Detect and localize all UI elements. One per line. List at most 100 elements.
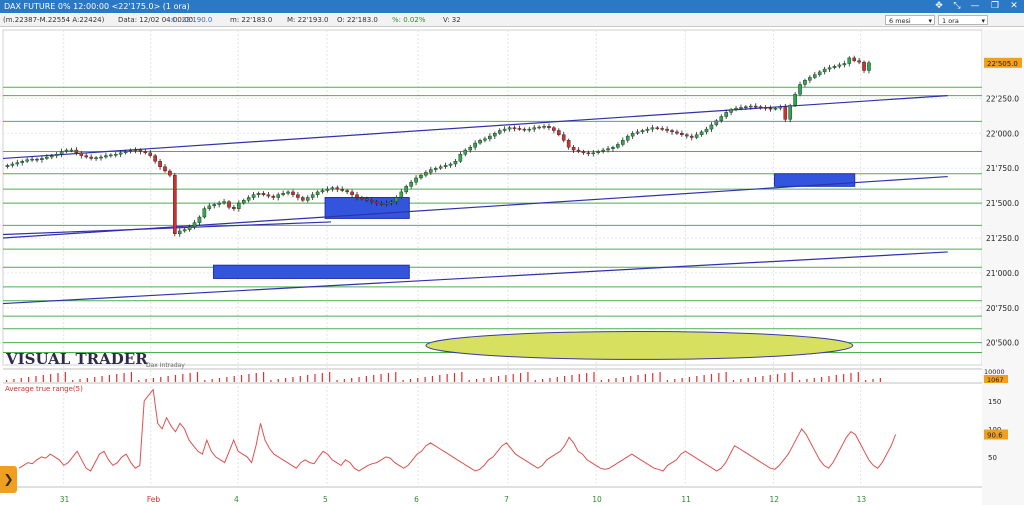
candle [497, 130, 502, 134]
candle [414, 177, 418, 183]
candle [561, 134, 566, 141]
expand-panel-arrow-icon[interactable]: ❯ [0, 466, 17, 493]
volume-bar [321, 373, 323, 382]
candle [778, 106, 783, 109]
candle [251, 194, 256, 198]
close-icon[interactable]: ✕ [1005, 0, 1023, 13]
window-title: DAX FUTURE 0% 12:00:00 <22'175.0> (1 ora… [4, 2, 190, 11]
candle [803, 80, 807, 85]
volume-bar [167, 376, 169, 382]
candle [694, 134, 699, 138]
candle [650, 127, 655, 130]
candle [113, 154, 118, 156]
period-select[interactable]: 6 mesi ▾ [885, 15, 935, 25]
candle [842, 63, 847, 66]
candle [517, 128, 522, 130]
candle [493, 133, 497, 137]
volume-bar [79, 379, 81, 382]
candle [867, 62, 871, 71]
candle [744, 106, 748, 108]
volume-bar [182, 374, 184, 382]
candle [94, 157, 98, 159]
candle [241, 200, 246, 204]
candle [232, 207, 236, 209]
volume-bar [696, 376, 698, 382]
candle [64, 149, 69, 152]
volume-bar [285, 378, 287, 382]
candle [429, 169, 433, 173]
volume-bar [101, 376, 103, 382]
volume-bar [20, 378, 22, 382]
restore-icon[interactable]: ❐ [986, 0, 1004, 13]
volume-bar [497, 376, 500, 382]
volume-bar [865, 380, 867, 382]
candle [123, 151, 128, 154]
candle [547, 126, 551, 128]
candle [625, 135, 630, 141]
collapse-icon[interactable]: ⤡ [948, 0, 966, 13]
chart-sub-label: Dax Intraday [146, 362, 185, 369]
candle [621, 140, 625, 145]
volume-bar [431, 376, 434, 382]
candle [281, 193, 285, 195]
volume-bar [703, 375, 705, 382]
candle [645, 128, 650, 131]
volume-bar [710, 374, 713, 382]
minimize-icon[interactable]: — [966, 0, 984, 13]
volume-bar [439, 375, 441, 382]
candle [699, 131, 704, 135]
candle [847, 57, 852, 64]
candle [133, 149, 138, 152]
x-tick-label: 6 [414, 495, 419, 504]
candle [35, 158, 39, 161]
candle [749, 105, 753, 108]
volume-bar [776, 374, 779, 382]
volume-bar [666, 380, 669, 382]
candle [704, 128, 709, 133]
volume-bar [218, 378, 221, 382]
timeframe-select[interactable]: 1 ora ▾ [938, 15, 988, 25]
volume-bar [688, 377, 691, 382]
volume-bar [314, 374, 316, 382]
candle [330, 187, 335, 190]
candle [217, 202, 221, 205]
candle [616, 144, 620, 148]
candle [182, 229, 187, 232]
candle [827, 67, 832, 70]
candle [822, 68, 827, 73]
candle [433, 167, 438, 170]
candle [192, 222, 197, 228]
volume-bar [189, 373, 191, 382]
pin-icon[interactable]: ✥ [930, 0, 948, 13]
atr-y-tick-label: 50 [988, 454, 997, 462]
candle [857, 60, 861, 63]
price-y-tick-label: 22'000.0 [986, 129, 1019, 138]
candle [419, 174, 423, 179]
candle [350, 191, 354, 195]
volume-bar [527, 372, 529, 382]
candle [49, 155, 54, 158]
bar-close: C: 22'190.0 [172, 16, 213, 24]
volume-bar [160, 377, 162, 382]
price-y-tick-label: 22'250.0 [986, 94, 1019, 103]
volume-bar [872, 379, 874, 382]
candle [611, 147, 615, 149]
volume-bar [652, 373, 654, 382]
candle [473, 142, 477, 148]
candle [340, 188, 345, 191]
candle [478, 140, 482, 144]
candle [808, 77, 812, 81]
volume-bar [108, 375, 110, 382]
candle [557, 130, 561, 135]
candle [315, 191, 320, 195]
volume-bar [380, 374, 382, 382]
candle [689, 135, 694, 138]
chart-area[interactable]: VISUAL TRADERDax Intraday 22'250.0 22'000.… [0, 27, 1024, 505]
volume-bar [564, 376, 566, 382]
volume-bar [373, 375, 375, 382]
price-y-tick-label: 21'500.0 [986, 199, 1019, 208]
volume-bar [740, 379, 742, 382]
volume-bar [813, 378, 815, 382]
candle [310, 194, 315, 198]
candle [753, 105, 758, 108]
